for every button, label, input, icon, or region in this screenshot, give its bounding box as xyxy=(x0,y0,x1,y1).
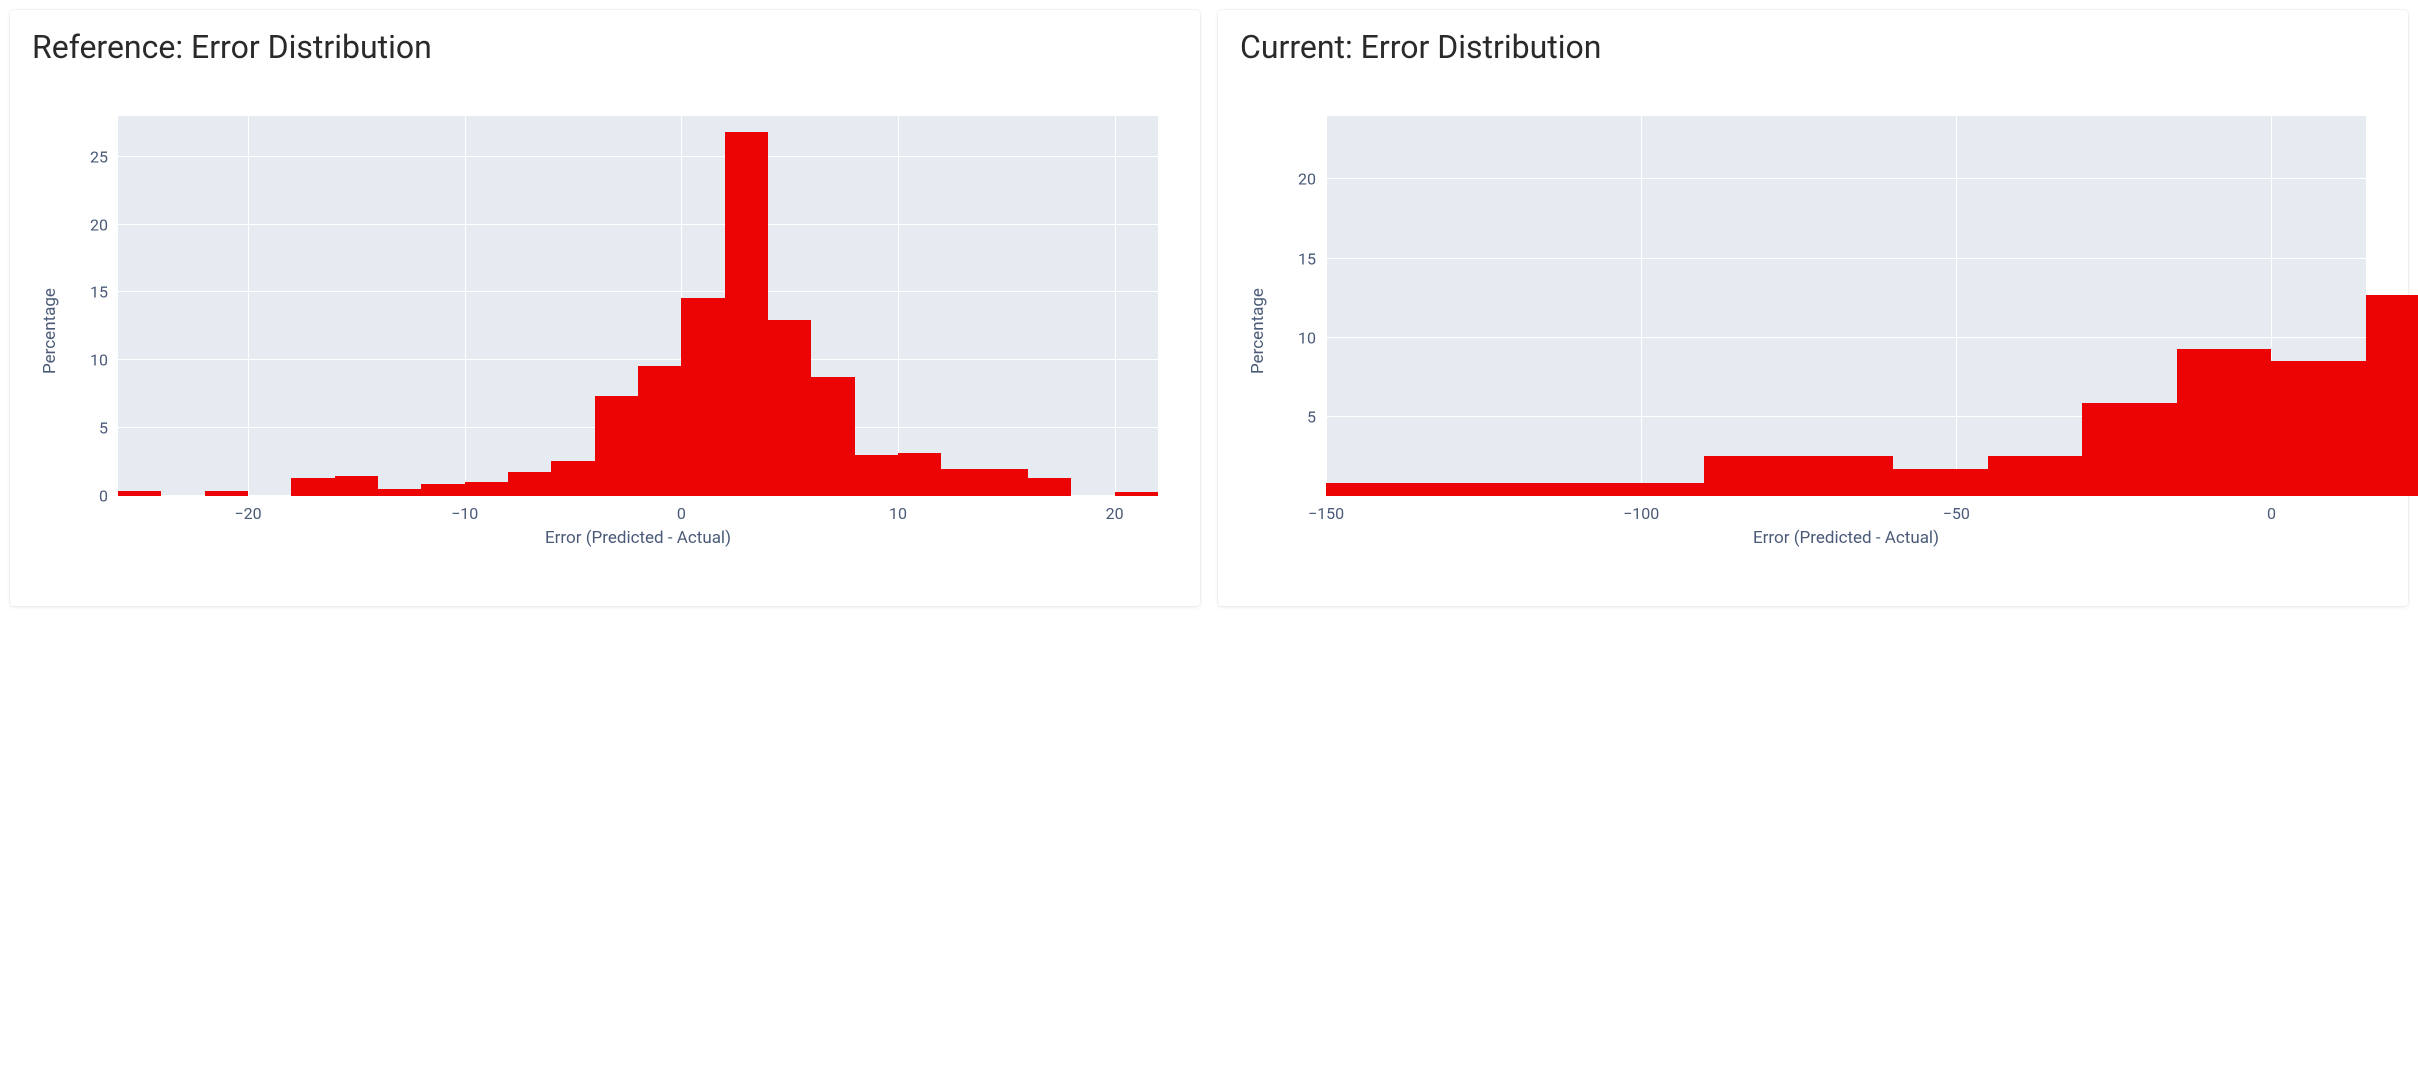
histogram-bar xyxy=(1610,483,1705,496)
histogram-bar xyxy=(205,491,248,496)
plot-area: Error (Predicted - Actual) 5101520−150−1… xyxy=(1326,116,2366,496)
histogram-bar xyxy=(118,491,161,496)
y-tick-label: 25 xyxy=(90,147,118,166)
histogram-bar xyxy=(335,476,378,496)
y-tick-label: 20 xyxy=(1298,170,1326,189)
histogram-bar xyxy=(768,320,811,496)
histogram-bar xyxy=(681,298,724,496)
x-axis-label: Error (Predicted - Actual) xyxy=(1753,528,1939,548)
plot-area: Error (Predicted - Actual) 0510152025−20… xyxy=(118,116,1158,496)
x-tick-label: 20 xyxy=(1106,496,1124,523)
x-tick-label: 10 xyxy=(889,496,907,523)
histogram-bar xyxy=(421,484,464,496)
y-tick-label: 5 xyxy=(99,419,118,438)
gridline-v xyxy=(898,116,899,496)
y-tick-label: 20 xyxy=(90,215,118,234)
histogram-bar xyxy=(898,453,941,496)
histogram-bar xyxy=(2177,349,2272,496)
gridline-h xyxy=(1326,337,2366,338)
y-tick-label: 10 xyxy=(90,351,118,370)
histogram-bar xyxy=(551,461,594,496)
histogram-bar xyxy=(595,396,638,496)
gridline-h xyxy=(118,156,1158,157)
chart-reference: Percentage Error (Predicted - Actual) 05… xyxy=(32,96,1178,566)
gridline-v xyxy=(1956,116,1957,496)
x-tick-label: −20 xyxy=(234,496,261,523)
x-tick-label: −50 xyxy=(1943,496,1970,523)
histogram-bar xyxy=(855,455,898,496)
x-axis-label: Error (Predicted - Actual) xyxy=(545,528,731,548)
histogram-bar xyxy=(2082,403,2177,496)
x-tick-label: −150 xyxy=(1308,496,1344,523)
gridline-h xyxy=(1326,258,2366,259)
gridline-v xyxy=(1326,116,1327,496)
histogram-bar xyxy=(2271,361,2366,496)
y-axis-label: Percentage xyxy=(40,288,60,374)
x-tick-label: −10 xyxy=(451,496,478,523)
gridline-h xyxy=(1326,178,2366,179)
histogram-bar xyxy=(1893,469,1988,496)
histogram-bar xyxy=(985,469,1028,496)
card-title: Reference: Error Distribution xyxy=(32,28,1178,66)
histogram-bar xyxy=(1704,456,1799,496)
histogram-bar xyxy=(1988,456,2083,496)
histogram-bar xyxy=(725,132,768,496)
gridline-h xyxy=(118,224,1158,225)
y-tick-label: 10 xyxy=(1298,328,1326,347)
histogram-bar xyxy=(378,489,421,496)
x-tick-label: 0 xyxy=(677,496,686,523)
histogram-bar xyxy=(1028,478,1071,496)
histogram-bar xyxy=(1799,456,1894,496)
y-axis-label: Percentage xyxy=(1248,288,1268,374)
gridline-v xyxy=(1641,116,1642,496)
y-tick-label: 15 xyxy=(1298,249,1326,268)
x-tick-label: 0 xyxy=(2267,496,2276,523)
histogram-bar xyxy=(1421,483,1516,496)
card-current-error-distribution: Current: Error Distribution Percentage E… xyxy=(1218,10,2408,606)
histogram-bar xyxy=(2366,295,2418,496)
histogram-bar xyxy=(638,366,681,496)
histogram-bar xyxy=(1115,492,1158,496)
gridline-h xyxy=(118,359,1158,360)
histogram-bar xyxy=(1326,483,1421,496)
histogram-bar xyxy=(291,478,334,496)
histogram-bar xyxy=(508,472,551,496)
gridline-v xyxy=(1115,116,1116,496)
y-tick-label: 15 xyxy=(90,283,118,302)
histogram-bar xyxy=(811,377,854,496)
chart-current: Percentage Error (Predicted - Actual) 51… xyxy=(1240,96,2386,566)
y-tick-label: 5 xyxy=(1307,407,1326,426)
gridline-h xyxy=(118,291,1158,292)
histogram-bar xyxy=(1515,483,1610,496)
histogram-bar xyxy=(941,469,984,496)
card-title: Current: Error Distribution xyxy=(1240,28,2386,66)
gridline-v xyxy=(465,116,466,496)
card-reference-error-distribution: Reference: Error Distribution Percentage… xyxy=(10,10,1200,606)
gridline-v xyxy=(248,116,249,496)
y-tick-label: 0 xyxy=(99,487,118,506)
histogram-bar xyxy=(465,482,508,496)
x-tick-label: −100 xyxy=(1623,496,1659,523)
